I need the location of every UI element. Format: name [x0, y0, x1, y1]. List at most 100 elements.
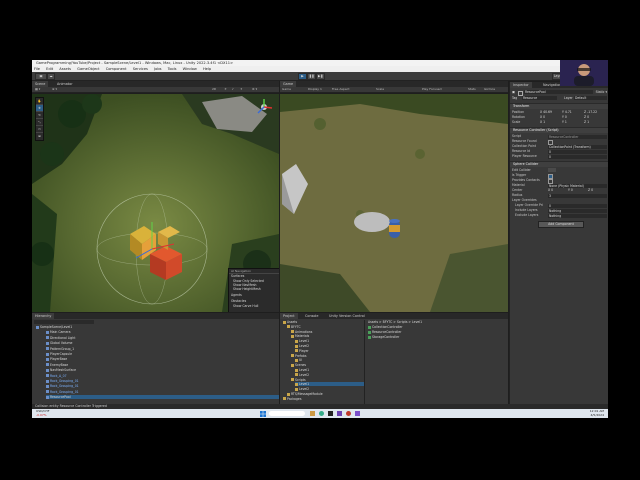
- hierarchy-row[interactable]: NavMeshSurface: [46, 368, 279, 372]
- scene-2d-toggle[interactable]: 2D: [212, 87, 216, 92]
- scene-light-toggle[interactable]: ☀: [224, 87, 227, 92]
- tab-version-control[interactable]: Unity Version Control: [326, 313, 368, 319]
- project-folder-item[interactable]: Level1: [295, 368, 364, 372]
- show-carve-hull-toggle[interactable]: Show Carve Hull: [233, 304, 258, 308]
- edit-collider-button[interactable]: [548, 168, 556, 172]
- hierarchy-row[interactable]: Rock_Grouping_01: [46, 379, 279, 383]
- play-focused-dropdown[interactable]: Play Focused: [422, 87, 442, 92]
- hierarchy-row[interactable]: Rock_Grouping_01: [46, 390, 279, 394]
- hierarchy-row[interactable]: Rock_A_07: [46, 374, 279, 378]
- exclude-layers-dropdown[interactable]: Nothing: [548, 213, 607, 218]
- resource-id-field[interactable]: 0: [548, 149, 607, 154]
- project-folder-item[interactable]: Level1: [295, 339, 364, 343]
- hierarchy-row[interactable]: Global Volume: [46, 341, 279, 345]
- hand-tool-icon[interactable]: ✋: [36, 98, 43, 105]
- project-folder-item[interactable]: Level2: [295, 373, 364, 377]
- radius-field[interactable]: 3: [548, 193, 607, 198]
- stats-button[interactable]: Stats: [468, 87, 476, 92]
- rotate-tool-icon[interactable]: ↻: [36, 112, 43, 119]
- project-folder-item[interactable]: Materials: [291, 334, 364, 338]
- browser-icon[interactable]: [319, 411, 324, 416]
- pause-button[interactable]: ❚❚: [307, 73, 316, 80]
- clock[interactable]: 12:01 AM 4/5/2024: [590, 409, 604, 417]
- hierarchy-row[interactable]: ResourcePool: [46, 395, 279, 400]
- cloud-icon[interactable]: ☁: [47, 73, 55, 80]
- material-field[interactable]: None (Physic Material): [548, 183, 607, 188]
- scale-tool-icon[interactable]: ⤡: [36, 119, 43, 126]
- project-folder-item[interactable]: Player: [295, 349, 364, 353]
- tab-hierarchy[interactable]: Hierarchy: [32, 313, 55, 319]
- project-folder-item[interactable]: BFYTC: [287, 325, 364, 329]
- project-folder-item[interactable]: Scenes: [291, 363, 364, 367]
- menu-tools[interactable]: Tools: [168, 67, 177, 71]
- gizmos-button[interactable]: Gizmos: [484, 87, 495, 92]
- menu-file[interactable]: File: [34, 67, 40, 71]
- player-resource-field[interactable]: 0: [548, 154, 607, 159]
- static-toggle[interactable]: Static ▾: [596, 90, 607, 95]
- menu-window[interactable]: Window: [183, 67, 197, 71]
- add-component-button[interactable]: Add Component: [538, 221, 584, 228]
- menu-gameobject[interactable]: GameObject: [77, 67, 99, 71]
- include-layers-dropdown[interactable]: Nothing: [548, 208, 607, 213]
- scene-audio-toggle[interactable]: ♪: [232, 87, 234, 92]
- menu-edit[interactable]: Edit: [46, 67, 53, 71]
- script-field[interactable]: ResourceController: [548, 134, 607, 139]
- app-taskbar-icon[interactable]: [355, 411, 360, 416]
- rect-tool-icon[interactable]: ▭: [36, 126, 43, 133]
- gizmos-toggle[interactable]: ⚙ ▾: [252, 87, 257, 92]
- collection-point-field[interactable]: CollectionPoint (Transform): [548, 144, 607, 149]
- project-folder-item[interactable]: Scripts: [291, 378, 364, 382]
- layer-dropdown[interactable]: Default: [574, 96, 607, 100]
- menu-assets[interactable]: Assets: [59, 67, 71, 71]
- override-priority-field[interactable]: 0: [548, 203, 607, 208]
- scale-y-field[interactable]: Y 1: [562, 120, 567, 125]
- hierarchy-row[interactable]: Directional Light: [46, 336, 279, 340]
- start-icon[interactable]: [260, 410, 266, 417]
- menu-component[interactable]: Component: [106, 67, 127, 71]
- object-name-field[interactable]: ResourcePool: [524, 90, 593, 94]
- hierarchy-row[interactable]: PatternGroup_1: [46, 347, 279, 351]
- tag-dropdown[interactable]: Resource: [522, 96, 557, 100]
- project-folder-item[interactable]: Packages: [283, 397, 364, 401]
- tab-inspector[interactable]: Inspector: [510, 82, 532, 88]
- pivot-toggle[interactable]: ⊕ ▾: [52, 87, 57, 92]
- project-folder-item[interactable]: Assets: [283, 320, 364, 324]
- hierarchy-row[interactable]: Rock_Grouping_01: [46, 384, 279, 388]
- resource-controller-header[interactable]: Resource Controller (Script): [510, 127, 608, 133]
- project-folder-item[interactable]: Level2: [295, 387, 364, 391]
- project-folder-item[interactable]: Animations: [291, 330, 364, 334]
- hierarchy-row[interactable]: SampleScene/Level1: [36, 325, 279, 329]
- account-button[interactable]: ▣: [35, 73, 47, 80]
- file-explorer-icon[interactable]: [310, 411, 315, 416]
- taskbar-search-input[interactable]: [269, 411, 305, 416]
- game-display-dropdown[interactable]: Game: [282, 87, 291, 92]
- transform-tool-icon[interactable]: ⊞: [36, 133, 43, 139]
- hierarchy-row[interactable]: Main Camera: [46, 330, 279, 334]
- scale-z-field[interactable]: Z 1: [584, 120, 589, 125]
- menu-services[interactable]: Services: [133, 67, 148, 71]
- script-file-item[interactable]: ResourceController: [368, 330, 401, 334]
- scene-viewport[interactable]: ✋ ✥ ↻ ⤡ ▭ ⊞ AI Navigation Surfaces Show …: [32, 94, 279, 312]
- scene-fx-toggle[interactable]: ✦: [240, 87, 243, 92]
- script-file-item[interactable]: StorageController: [368, 335, 399, 339]
- script-file-item[interactable]: CollectionController: [368, 325, 403, 329]
- show-heightmesh-toggle[interactable]: Show HeightMesh: [233, 287, 261, 291]
- menu-jobs[interactable]: Jobs: [154, 67, 161, 71]
- scene-draw-mode[interactable]: ▦ ▾: [35, 87, 40, 92]
- unity-taskbar-icon[interactable]: [328, 411, 333, 416]
- scale-x-field[interactable]: X 1: [540, 120, 545, 125]
- hierarchy-row[interactable]: PlayerBase: [46, 357, 279, 361]
- project-folder-item[interactable]: Level2: [295, 344, 364, 348]
- scene-gizmo-axis-icon[interactable]: [254, 98, 274, 116]
- game-viewport[interactable]: [280, 94, 508, 312]
- ticker-widget[interactable]: USD/CHF -0.07%: [36, 409, 50, 417]
- project-folder-item[interactable]: RTS/MessageModule: [287, 392, 364, 396]
- step-button[interactable]: ▶❚: [316, 73, 325, 80]
- hierarchy-row[interactable]: PlayerCapsule: [46, 352, 279, 356]
- tab-project[interactable]: Project: [280, 313, 298, 319]
- recorder-taskbar-icon[interactable]: [346, 411, 351, 416]
- move-tool-icon[interactable]: ✥: [36, 105, 43, 112]
- scale-slider-label[interactable]: Scale: [376, 87, 384, 92]
- project-folder-item[interactable]: UI: [295, 358, 364, 362]
- sphere-collider-header[interactable]: Sphere Collider: [510, 161, 608, 167]
